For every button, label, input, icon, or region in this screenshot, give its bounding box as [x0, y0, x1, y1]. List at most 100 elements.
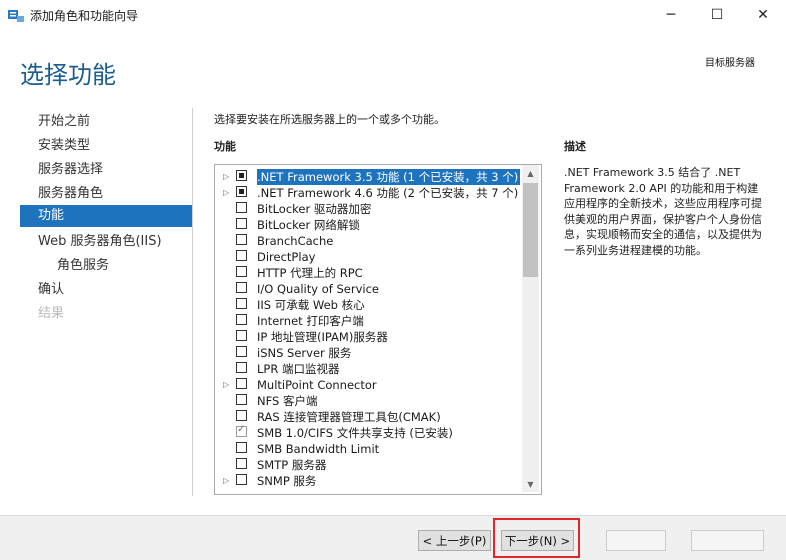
scroll-up-icon[interactable]: ▲ [522, 165, 539, 181]
install-button[interactable] [606, 530, 666, 551]
nav-item-installation-type[interactable]: 安装类型 [38, 136, 90, 156]
feature-scrollbar[interactable]: ▲ ▼ [522, 165, 539, 492]
expand-arrow-icon[interactable]: ▷ [223, 172, 229, 181]
feature-label: .NET Framework 4.6 功能 (2 个已安装，共 7 个) [257, 186, 519, 200]
feature-row[interactable]: iSNS Server 服务 [215, 345, 520, 361]
feature-checkbox[interactable] [236, 234, 247, 245]
feature-label: BitLocker 驱动器加密 [257, 202, 372, 216]
instruction-text: 选择要安装在所选服务器上的一个或多个功能。 [214, 113, 445, 126]
feature-label: iSNS Server 服务 [257, 346, 352, 360]
feature-checkbox[interactable] [236, 378, 247, 389]
scroll-thumb[interactable] [523, 183, 538, 277]
feature-row[interactable]: SMTP 服务器 [215, 457, 520, 473]
expand-arrow-icon[interactable]: ▷ [223, 380, 229, 389]
feature-row[interactable]: BitLocker 网络解锁 [215, 217, 520, 233]
next-button-highlight [493, 518, 580, 558]
feature-checkbox[interactable] [236, 394, 247, 405]
feature-checkbox[interactable] [236, 170, 247, 181]
feature-label: .NET Framework 3.5 功能 (1 个已安装，共 3 个) [257, 169, 521, 185]
feature-checkbox[interactable] [236, 266, 247, 277]
features-heading: 功能 [214, 140, 236, 153]
feature-label: DirectPlay [257, 250, 316, 264]
server-manager-icon [8, 10, 24, 22]
feature-row[interactable]: I/O Quality of Service [215, 281, 520, 297]
minimize-button[interactable]: ─ [648, 0, 694, 30]
feature-row[interactable]: BitLocker 驱动器加密 [215, 201, 520, 217]
close-icon: ✕ [757, 7, 769, 23]
feature-checkbox[interactable] [236, 442, 247, 453]
feature-label: SMB Bandwidth Limit [257, 442, 380, 456]
scroll-down-icon[interactable]: ▼ [522, 476, 539, 492]
target-server-label: 目标服务器 [705, 58, 755, 69]
feature-label: SMB 1.0/CIFS 文件共享支持 (已安装) [257, 426, 453, 440]
nav-item-features[interactable]: 功能 [20, 205, 192, 227]
feature-label: LPR 端口监视器 [257, 362, 340, 376]
feature-label: IIS 可承载 Web 核心 [257, 298, 365, 312]
feature-label: HTTP 代理上的 RPC [257, 266, 363, 280]
maximize-button[interactable]: ☐ [694, 0, 740, 30]
feature-row[interactable]: IIS 可承载 Web 核心 [215, 297, 520, 313]
feature-checkbox[interactable] [236, 314, 247, 325]
feature-row[interactable]: LPR 端口监视器 [215, 361, 520, 377]
feature-checkbox[interactable] [236, 218, 247, 229]
title-bar: 添加角色和功能向导 ─ ☐ ✕ [0, 0, 786, 30]
feature-row[interactable]: DirectPlay [215, 249, 520, 265]
nav-item-server-roles[interactable]: 服务器角色 [38, 184, 103, 204]
feature-row[interactable]: BranchCache [215, 233, 520, 249]
nav-item-results: 结果 [38, 306, 65, 321]
feature-checkbox[interactable] [236, 410, 247, 421]
nav-item-server-selection[interactable]: 服务器选择 [38, 160, 103, 180]
feature-row[interactable]: ▷ MultiPoint Connector [215, 377, 520, 393]
feature-label: I/O Quality of Service [257, 282, 379, 296]
nav-item-role-services[interactable]: 角色服务 [57, 256, 109, 276]
previous-button[interactable]: < 上一步(P) [418, 530, 491, 551]
feature-label: Internet 打印客户端 [257, 314, 364, 328]
description-text: .NET Framework 3.5 结合了 .NET Framework 2.… [564, 166, 762, 257]
feature-checkbox[interactable] [236, 458, 247, 469]
close-button[interactable]: ✕ [740, 0, 786, 30]
page-title: 选择功能 [20, 61, 116, 89]
feature-label: BitLocker 网络解锁 [257, 218, 360, 232]
expand-arrow-icon[interactable]: ▷ [223, 188, 229, 197]
maximize-icon: ☐ [710, 7, 724, 23]
feature-row[interactable]: IP 地址管理(IPAM)服务器 [215, 329, 520, 345]
expand-arrow-icon[interactable]: ▷ [223, 476, 229, 485]
feature-row[interactable]: ▷ SNMP 服务 [215, 473, 520, 489]
feature-row[interactable]: RAS 连接管理器管理工具包(CMAK) [215, 409, 520, 425]
feature-tree[interactable]: ▷ .NET Framework 3.5 功能 (1 个已安装，共 3 个) ▷ .N… [214, 164, 542, 495]
feature-label: MultiPoint Connector [257, 378, 377, 392]
nav-item-before-you-begin[interactable]: 开始之前 [38, 112, 90, 132]
feature-row[interactable]: NFS 客户端 [215, 393, 520, 409]
feature-label: BranchCache [257, 234, 334, 248]
feature-label: RAS 连接管理器管理工具包(CMAK) [257, 410, 441, 424]
nav-item-confirmation[interactable]: 确认 [38, 280, 64, 300]
feature-checkbox[interactable] [236, 424, 247, 437]
feature-checkbox[interactable] [236, 298, 247, 309]
cancel-button[interactable] [691, 530, 764, 551]
feature-row[interactable]: HTTP 代理上的 RPC [215, 265, 520, 281]
window-title: 添加角色和功能向导 [30, 9, 139, 23]
description-heading: 描述 [564, 140, 586, 153]
nav-item-web-server-role[interactable]: Web 服务器角色(IIS) [38, 232, 162, 252]
feature-row[interactable]: Internet 打印客户端 [215, 313, 520, 329]
feature-checkbox[interactable] [236, 282, 247, 293]
feature-checkbox[interactable] [236, 250, 247, 261]
feature-label: SNMP 服务 [257, 474, 317, 488]
wizard-footer: < 上一步(P) 下一步(N) > [0, 515, 786, 560]
feature-label: NFS 客户端 [257, 394, 318, 408]
feature-row[interactable]: ▷ .NET Framework 3.5 功能 (1 个已安装，共 3 个) [215, 169, 521, 185]
minimize-icon: ─ [666, 7, 676, 23]
feature-label: SMTP 服务器 [257, 458, 327, 472]
feature-row[interactable]: ▷ .NET Framework 4.6 功能 (2 个已安装，共 7 个) [215, 185, 520, 201]
feature-checkbox[interactable] [236, 330, 247, 341]
feature-checkbox[interactable] [236, 186, 247, 197]
feature-checkbox[interactable] [236, 474, 247, 485]
feature-checkbox[interactable] [236, 346, 247, 357]
nav-divider [192, 108, 193, 496]
nav-item-label: 功能 [38, 208, 65, 223]
feature-checkbox[interactable] [236, 202, 247, 213]
feature-row[interactable]: SMB 1.0/CIFS 文件共享支持 (已安装) [215, 424, 520, 441]
feature-checkbox[interactable] [236, 362, 247, 373]
feature-label: IP 地址管理(IPAM)服务器 [257, 330, 388, 344]
feature-row[interactable]: SMB Bandwidth Limit [215, 441, 520, 457]
